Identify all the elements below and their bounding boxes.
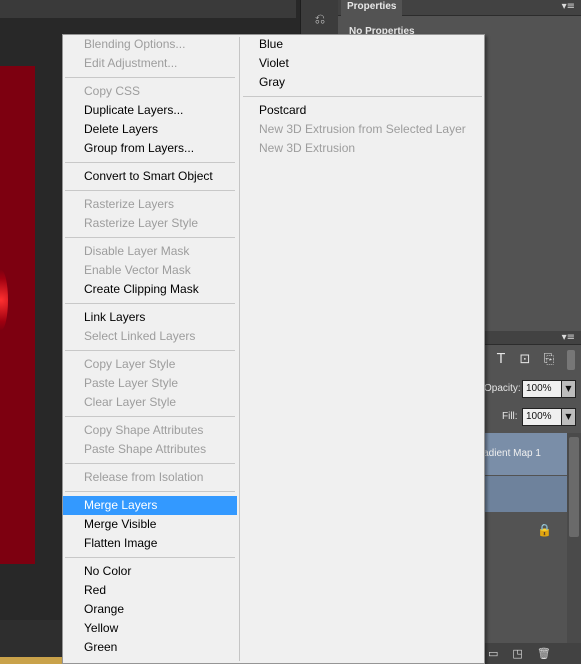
- menu-item-merge-visible[interactable]: Merge Visible: [63, 515, 237, 534]
- menu-item-flatten-image[interactable]: Flatten Image: [63, 534, 237, 553]
- layer-filter-toolbar: T ⊡ ⎘: [492, 352, 558, 367]
- menu-item-postcard[interactable]: Postcard: [241, 101, 484, 120]
- menu-item-rasterize-layers: Rasterize Layers: [84, 197, 175, 211]
- menu-item-delete-layers[interactable]: Delete Layers: [63, 120, 237, 139]
- fill-label: Fill:: [502, 411, 518, 422]
- menu-separator: [63, 553, 237, 562]
- menu-item-orange[interactable]: Orange: [63, 600, 237, 619]
- menu-item-create-clipping-mask[interactable]: Create Clipping Mask: [63, 280, 237, 299]
- opacity-dropdown-button[interactable]: ▼: [561, 380, 576, 398]
- canvas-top-edge: [0, 0, 296, 18]
- menu-item-select-linked-layers: Select Linked Layers: [84, 329, 196, 343]
- context-menu-left-column: Blending Options... Edit Adjustment... Cop…: [63, 35, 237, 657]
- type-filter-icon[interactable]: T: [492, 352, 510, 367]
- properties-tab[interactable]: Properties: [341, 0, 403, 16]
- menu-item-group-from-layers[interactable]: Group from Layers...: [63, 139, 237, 158]
- menu-item-paste-shape-attributes: Paste Shape Attributes: [84, 442, 207, 456]
- menu-item-duplicate-layers[interactable]: Duplicate Layers...: [63, 101, 237, 120]
- folder-icon[interactable]: ▭: [488, 647, 498, 660]
- menu-separator: [63, 412, 237, 421]
- trash-icon[interactable]: 🗑: [537, 647, 551, 660]
- menu-item-disable-layer-mask: Disable Layer Mask: [84, 244, 190, 258]
- fill-input[interactable]: 100%: [522, 408, 562, 426]
- menu-item-blue[interactable]: Blue: [241, 35, 484, 54]
- menu-item-yellow[interactable]: Yellow: [63, 619, 237, 638]
- opacity-input[interactable]: 100%: [522, 380, 562, 398]
- layers-bottom-toolbar: ▭ ◳ 🗑: [484, 643, 581, 664]
- menu-item-enable-vector-mask: Enable Vector Mask: [84, 263, 191, 277]
- menu-item-no-color[interactable]: No Color: [63, 562, 237, 581]
- menu-item-clear-layer-style: Clear Layer Style: [84, 395, 177, 409]
- layer-row[interactable]: [484, 515, 567, 548]
- panel-menu-icon[interactable]: ▾≡: [562, 1, 575, 12]
- fill-dropdown-button[interactable]: ▼: [561, 408, 576, 426]
- opacity-label: Opacity:: [484, 383, 521, 394]
- menu-item-paste-layer-style: Paste Layer Style: [84, 376, 179, 390]
- filter-toggle[interactable]: [567, 350, 575, 370]
- menu-item-link-layers[interactable]: Link Layers: [63, 308, 237, 327]
- context-menu-right-column: Blue Violet Gray Postcard New 3D Extrusion f…: [241, 35, 484, 158]
- menu-item-new-3d-extrusion-from-selected-layer: New 3D Extrusion from Selected Layer: [259, 122, 466, 136]
- layers-scrollbar-thumb[interactable]: [569, 437, 579, 537]
- layer-context-menu: Blending Options... Edit Adjustment... Cop…: [62, 34, 485, 664]
- menu-item-copy-layer-style: Copy Layer Style: [84, 357, 176, 371]
- menu-separator: [241, 92, 484, 101]
- menu-item-rasterize-layer-style: Rasterize Layer Style: [84, 216, 199, 230]
- menu-item-red[interactable]: Red: [63, 581, 237, 600]
- menu-item-new-3d-extrusion: New 3D Extrusion: [259, 141, 356, 155]
- menu-item-blending-options: Blending Options...: [84, 37, 186, 51]
- menu-separator: [63, 487, 237, 496]
- menu-separator: [63, 158, 237, 167]
- layer-row[interactable]: Gradient Map 1: [472, 433, 567, 475]
- smart-object-filter-icon[interactable]: ⎘: [540, 352, 558, 367]
- menu-item-release-from-isolation: Release from Isolation: [84, 470, 204, 484]
- menu-item-gray[interactable]: Gray: [241, 73, 484, 92]
- menu-item-edit-adjustment: Edit Adjustment...: [84, 56, 178, 70]
- menu-separator: [63, 299, 237, 308]
- menu-item-violet[interactable]: Violet: [241, 54, 484, 73]
- menu-item-merge-layers[interactable]: Merge Layers: [63, 496, 237, 515]
- column-divider: [239, 37, 240, 661]
- menu-separator: [63, 346, 237, 355]
- menu-item-convert-to-smart-object[interactable]: Convert to Smart Object: [63, 167, 237, 186]
- menu-separator: [63, 233, 237, 242]
- menu-separator: [63, 459, 237, 468]
- menu-item-copy-css: Copy CSS: [84, 84, 141, 98]
- lock-icon: 🔒: [537, 523, 552, 537]
- menu-separator: [63, 186, 237, 195]
- new-layer-icon[interactable]: ◳: [512, 647, 522, 660]
- shape-filter-icon[interactable]: ⊡: [516, 352, 534, 367]
- menu-item-green[interactable]: Green: [63, 638, 237, 657]
- layers-panel-menu-icon[interactable]: ▾≡: [562, 332, 575, 343]
- menu-item-copy-shape-attributes: Copy Shape Attributes: [84, 423, 204, 437]
- layer-row[interactable]: [484, 476, 567, 512]
- history-icon[interactable]: ⎌: [310, 12, 330, 34]
- menu-separator: [63, 73, 237, 82]
